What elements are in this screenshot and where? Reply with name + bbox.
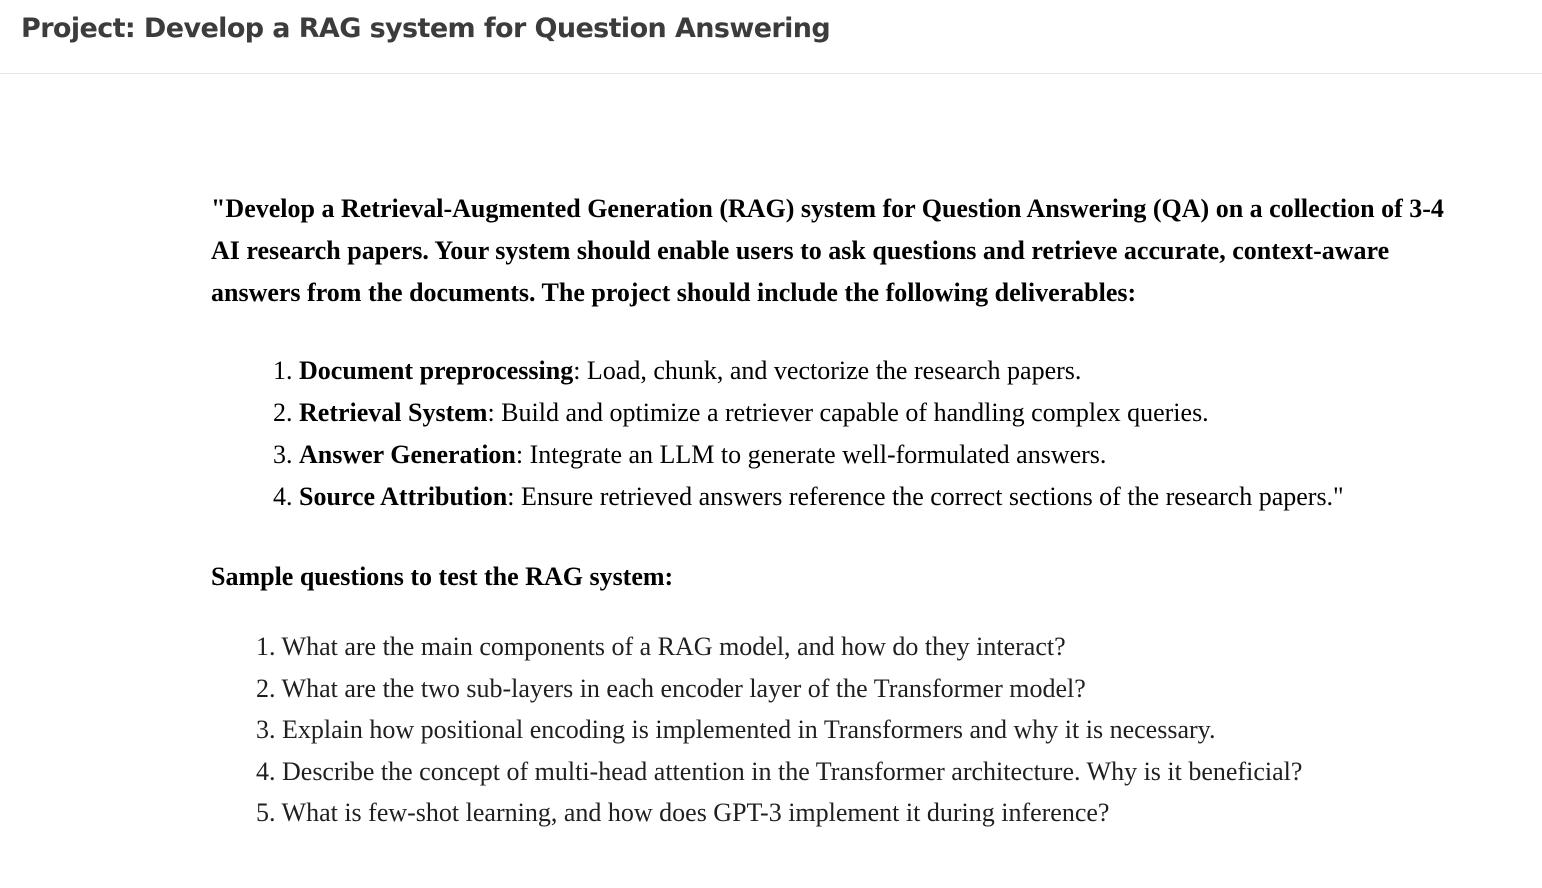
list-item-number: 5. (256, 798, 276, 827)
list-item-number: 4. (273, 482, 293, 511)
deliverable-title: Document preprocessing (299, 356, 574, 385)
list-item-number: 1. (256, 632, 276, 661)
deliverables-list: 1. Document preprocessing: Load, chunk, … (211, 350, 1511, 518)
question-text: What are the main components of a RAG mo… (281, 632, 1066, 661)
deliverable-description: : Integrate an LLM to generate well-form… (515, 440, 1107, 469)
intro-paragraph: "Develop a Retrieval-Augmented Generatio… (211, 194, 1444, 307)
list-item-number: 2. (273, 398, 293, 427)
question-text: Describe the concept of multi-head atten… (282, 756, 1303, 786)
page-header: Project: Develop a RAG system for Questi… (0, 0, 1542, 74)
deliverable-description: : Ensure retrieved answers reference the… (507, 482, 1344, 511)
list-item-number: 1. (273, 356, 293, 385)
deliverable-description: : Load, chunk, and vectorize the researc… (573, 356, 1082, 385)
list-item: 4. Describe the concept of multi-head at… (256, 751, 1511, 793)
list-item-number: 4. (256, 756, 276, 786)
question-text: What is few-shot learning, and how does … (281, 798, 1110, 827)
sample-questions-heading: Sample questions to test the RAG system: (211, 562, 674, 591)
list-item: 3. Explain how positional encoding is im… (256, 709, 1511, 751)
list-item-number: 3. (273, 440, 293, 469)
page-title: Project: Develop a RAG system for Questi… (21, 13, 831, 44)
deliverable-description: : Build and optimize a retriever capable… (487, 398, 1209, 427)
sample-questions-list: 1. What are the main components of a RAG… (211, 626, 1511, 834)
deliverable-title: Source Attribution (299, 482, 508, 511)
list-item: 2. What are the two sub-layers in each e… (256, 668, 1511, 710)
list-item: 4. Source Attribution: Ensure retrieved … (273, 476, 1511, 518)
list-item: 1. Document preprocessing: Load, chunk, … (273, 350, 1511, 392)
project-description: "Develop a Retrieval-Augmented Generatio… (211, 188, 1511, 834)
question-text: What are the two sub-layers in each enco… (281, 673, 1086, 703)
list-item: 3. Answer Generation: Integrate an LLM t… (273, 434, 1511, 476)
deliverable-title: Retrieval System (299, 398, 488, 427)
list-item: 2. Retrieval System: Build and optimize … (273, 392, 1511, 434)
question-text: Explain how positional encoding is imple… (282, 715, 1216, 744)
list-item: 1. What are the main components of a RAG… (256, 626, 1511, 668)
list-item-number: 3. (256, 715, 276, 744)
list-item: 5. What is few-shot learning, and how do… (256, 792, 1511, 834)
deliverable-title: Answer Generation (299, 440, 516, 469)
list-item-number: 2. (256, 673, 276, 703)
